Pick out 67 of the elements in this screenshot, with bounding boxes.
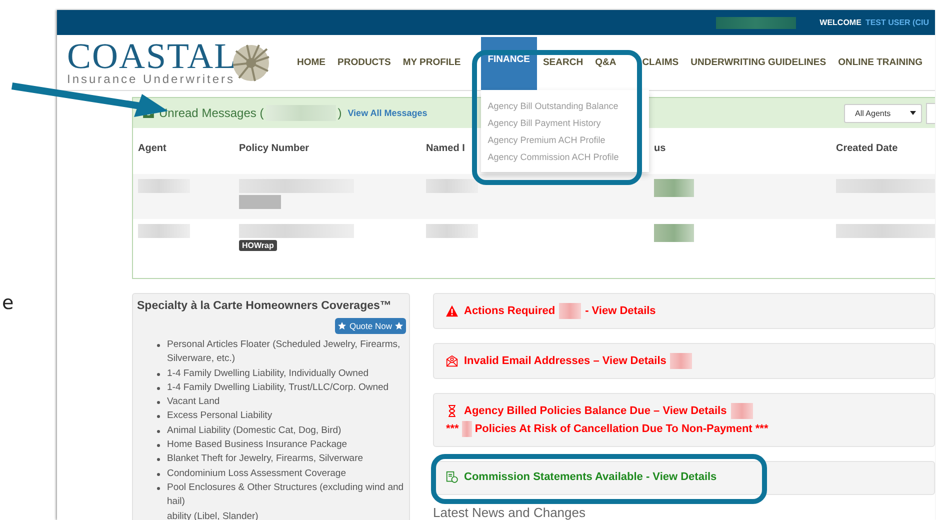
coverage-item: Vacant Land	[167, 395, 220, 410]
redacted-block	[426, 179, 478, 193]
body-text: e	[2, 292, 14, 314]
column-header: Agent	[138, 143, 166, 154]
redacted-block	[730, 403, 753, 419]
column-header: Named I	[426, 143, 465, 154]
view-all-link[interactable]: View All Messages	[348, 108, 428, 118]
redacted-block	[654, 224, 694, 242]
coverage-item: 1-4 Family Dwelling Liability, Trust/LLC/Corp. Owned	[167, 380, 389, 395]
menu-item[interactable]: Agency Commission ACH Profile	[480, 149, 649, 166]
policy-tag: HOWrap	[239, 240, 277, 251]
envelope-icon	[446, 355, 458, 367]
nav-tab[interactable]: HOME	[291, 56, 332, 70]
alert-link[interactable]: Invalid Email Addresses – View Details	[464, 355, 666, 367]
alert-text: Policies At Risk of Cancellation Due To Non-Payment ***	[474, 423, 768, 435]
coverage-item: Animal Liability (Domestic Cat, Dog, Bird)	[167, 424, 342, 438]
redacted-block	[670, 353, 692, 369]
nav-tab[interactable]: PRODUCTS	[332, 56, 397, 70]
section-heading: Latest News and Changes	[433, 505, 586, 520]
agent-select[interactable]: All Agents	[844, 104, 922, 122]
panel-title: )	[338, 106, 342, 120]
user-link[interactable]: TEST USER (CIU	[865, 18, 929, 27]
coverage-item: Personal Articles Floater (Scheduled Jewelry, Firearms, Silverware, etc.)	[167, 338, 402, 366]
menu-item[interactable]: Agency Bill Payment History	[480, 115, 649, 132]
star-icon	[338, 322, 346, 330]
coverage-item: Excess Personal Liability	[167, 409, 272, 424]
star-icon	[395, 322, 403, 330]
coverage-item: 1-4 Family Dwelling Liability, Individually Owned	[167, 366, 369, 381]
nav-tab[interactable]: ONLINE TRAINING	[832, 56, 929, 70]
nav-tab[interactable]: UNDERWRITING GUIDELINES	[684, 56, 832, 70]
alert-link[interactable]: - View Details	[585, 305, 656, 317]
hourglass-icon	[446, 405, 458, 417]
nav-tab[interactable]: CLAIMS	[622, 56, 685, 70]
quote-now-button[interactable]: Quote Now	[335, 318, 406, 334]
redacted-block	[138, 224, 190, 238]
column-header: us	[654, 143, 666, 154]
warning-icon	[446, 305, 458, 317]
alert-link[interactable]: Actions Required	[464, 305, 556, 317]
redacted-block	[138, 179, 190, 193]
logo-wordmark: COASTAL	[67, 40, 238, 72]
nav-tab[interactable]: SEARCH	[536, 56, 590, 70]
alert-link[interactable]: Commission Statements Available - View Details	[464, 471, 717, 483]
coverage-item: Pool Enclosures & Other Structures (excluding wind and hail)	[167, 480, 405, 510]
coverage-item: Blanket Theft for Jewelry, Firearms, Silverware	[167, 452, 364, 466]
alert-link[interactable]: Agency Billed Policies Balance Due – View Details	[464, 405, 727, 417]
panel-title: Specialty à la Carte Homeowners Coverages™	[137, 300, 392, 312]
nav-tab[interactable]: FINANCE	[480, 37, 537, 90]
column-header: Created Date	[836, 143, 898, 154]
redacted-block	[426, 224, 478, 238]
caret-icon	[910, 111, 916, 115]
alert-text: ***	[446, 423, 459, 435]
redacted-block	[239, 195, 281, 209]
redacted-block	[266, 105, 336, 121]
redacted-block	[462, 421, 472, 437]
nav-tab[interactable]: MY PROFILE	[396, 56, 467, 70]
welcome-label: WELCOME	[820, 18, 862, 27]
menu-item[interactable]: Agency Bill Outstanding Balance	[480, 98, 649, 115]
statement-icon	[446, 471, 458, 483]
coverage-item: Home Based Business Insurance Package	[167, 438, 348, 452]
logo-tagline: Insurance Underwriters	[67, 72, 236, 86]
coverage-item: Condominium Loss Assessment Coverage	[167, 466, 346, 481]
column-header: Policy Number	[239, 143, 310, 154]
nav-tab[interactable]: Q&A	[589, 56, 622, 70]
panel-title: Unread Messages (	[159, 106, 264, 120]
redacted-block	[559, 303, 582, 319]
redacted-block	[654, 179, 694, 197]
menu-item[interactable]: Agency Premium ACH Profile	[480, 132, 649, 149]
